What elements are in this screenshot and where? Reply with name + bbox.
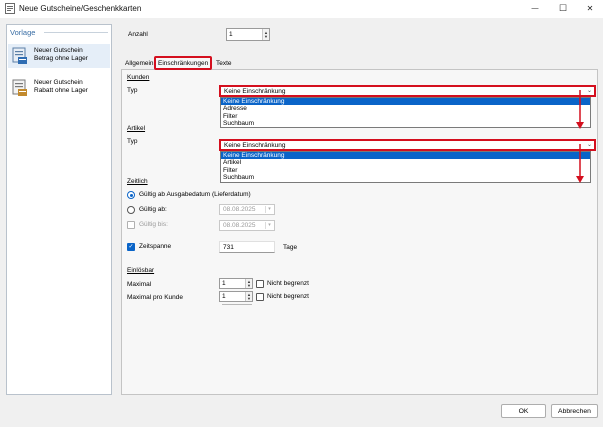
maximal-label: Maximal bbox=[127, 281, 152, 288]
zeitlich-section-title: Zeitlich bbox=[127, 178, 148, 185]
tab-einschraenkungen[interactable]: Einschränkungen bbox=[154, 56, 213, 70]
minimize-button[interactable]: — bbox=[524, 1, 546, 15]
artikel-typ-select[interactable]: Keine Einschränkung ⌄ bbox=[219, 139, 596, 151]
kunden-section-title: Kunden bbox=[127, 74, 150, 81]
artikel-option[interactable]: Keine Einschränkung bbox=[221, 152, 590, 160]
check-zeitspanne-box[interactable]: ✓ bbox=[127, 243, 135, 251]
voucher-amount-icon bbox=[12, 47, 27, 64]
template-item-discount-line1: Neuer Gutschein bbox=[34, 79, 83, 86]
anzahl-label: Anzahl bbox=[128, 31, 148, 38]
check-zeitspanne[interactable]: ✓ Zeitspanne bbox=[127, 242, 207, 252]
radio-ab-ausgabedatum-label: Gültig ab Ausgabedatum (Lieferdatum) bbox=[139, 191, 251, 198]
prokunde-value: 1 bbox=[222, 293, 226, 300]
radio-gueltig-ab[interactable]: Gültig ab: bbox=[127, 205, 207, 215]
calendar-dropdown-icon[interactable]: ▾ bbox=[265, 206, 273, 213]
gueltig-ab-date-value: 08.08.2025 bbox=[223, 206, 256, 213]
kunden-option[interactable]: Suchbaum bbox=[221, 120, 590, 127]
artikel-option[interactable]: Artikel bbox=[221, 159, 590, 166]
tab-allgemein-label: Allgemein bbox=[125, 59, 154, 67]
kunden-typ-select[interactable]: Keine Einschränkung ⌄ bbox=[219, 85, 596, 97]
tab-einschraenkungen-label: Einschränkungen bbox=[158, 59, 209, 67]
chevron-down-icon[interactable]: ⌄ bbox=[587, 87, 592, 94]
check-gueltig-bis-box[interactable] bbox=[127, 221, 135, 229]
kunden-typ-label: Typ bbox=[127, 87, 138, 94]
template-item-discount-line2: Rabatt ohne Lager bbox=[34, 87, 88, 94]
template-item-amount[interactable]: Neuer Gutschein Betrag ohne Lager bbox=[10, 45, 108, 67]
anzahl-stepper[interactable]: 1 ▲ ▼ bbox=[226, 28, 270, 41]
radio-gueltig-ab-dot[interactable] bbox=[127, 206, 135, 214]
tab-texte[interactable]: Texte bbox=[214, 57, 234, 69]
kunden-option[interactable]: Adresse bbox=[221, 105, 590, 112]
maximal-stepper-arrows[interactable]: ▲ ▼ bbox=[245, 279, 252, 288]
stepper-underline bbox=[222, 304, 252, 305]
radio-gueltig-ab-label: Gültig ab: bbox=[139, 206, 167, 213]
close-icon: ✕ bbox=[586, 3, 594, 13]
gueltig-bis-date[interactable]: 08.08.2025 ▾ bbox=[219, 220, 275, 231]
artikel-option[interactable]: Filter bbox=[221, 167, 590, 174]
kunden-option[interactable]: Keine Einschränkung bbox=[221, 98, 590, 106]
check-gueltig-bis-label: Gültig bis: bbox=[139, 221, 168, 228]
voucher-discount-icon bbox=[12, 79, 27, 96]
artikel-option[interactable]: Suchbaum bbox=[221, 174, 590, 181]
artikel-typ-selected: Keine Einschränkung bbox=[224, 141, 286, 149]
close-button[interactable]: ✕ bbox=[579, 1, 601, 15]
red-arrow-icon bbox=[576, 90, 584, 129]
template-panel-divider bbox=[44, 32, 108, 33]
zeitspanne-unit: Tage bbox=[283, 244, 298, 251]
maximal-nicht-begrenzt-label: Nicht begrenzt bbox=[267, 280, 309, 287]
template-item-discount[interactable]: Neuer Gutschein Rabatt ohne Lager bbox=[10, 77, 108, 99]
check-gueltig-bis[interactable]: Gültig bis: bbox=[127, 220, 207, 230]
artikel-typ-dropdown: Keine Einschränkung Artikel Filter Suchb… bbox=[220, 151, 591, 183]
prokunde-stepper-arrows[interactable]: ▲ ▼ bbox=[245, 292, 252, 301]
spin-down-icon: ▼ bbox=[247, 282, 251, 288]
radio-ab-ausgabedatum-dot[interactable] bbox=[127, 191, 135, 199]
prokunde-nicht-begrenzt[interactable]: Nicht begrenzt bbox=[256, 292, 326, 302]
window-title: Neue Gutscheine/Geschenkkarten bbox=[19, 4, 142, 13]
maximal-nicht-begrenzt[interactable]: Nicht begrenzt bbox=[256, 279, 326, 289]
ok-button[interactable]: OK bbox=[501, 404, 546, 418]
chevron-down-icon[interactable]: ⌄ bbox=[587, 141, 592, 148]
maximal-nicht-begrenzt-box[interactable] bbox=[256, 280, 264, 288]
tab-allgemein[interactable]: Allgemein bbox=[123, 57, 156, 69]
spin-down-icon: ▼ bbox=[264, 33, 268, 39]
prokunde-nicht-begrenzt-box[interactable] bbox=[256, 293, 264, 301]
anzahl-value: 1 bbox=[229, 31, 233, 38]
tab-texte-label: Texte bbox=[216, 59, 232, 67]
prokunde-nicht-begrenzt-label: Nicht begrenzt bbox=[267, 293, 309, 300]
template-item-amount-line1: Neuer Gutschein bbox=[34, 47, 83, 54]
kunden-typ-selected: Keine Einschränkung bbox=[224, 87, 286, 95]
kunden-typ-dropdown: Keine Einschränkung Adresse Filter Suchb… bbox=[220, 97, 591, 128]
gueltig-ab-date[interactable]: 08.08.2025 ▾ bbox=[219, 204, 275, 215]
prokunde-label: Maximal pro Kunde bbox=[127, 294, 183, 301]
artikel-section-title: Artikel bbox=[127, 125, 146, 132]
maximize-icon: ☐ bbox=[558, 2, 568, 13]
radio-ab-ausgabedatum[interactable]: Gültig ab Ausgabedatum (Lieferdatum) bbox=[127, 190, 297, 200]
spin-down-icon: ▼ bbox=[247, 295, 251, 301]
gueltig-bis-date-value: 08.08.2025 bbox=[223, 222, 256, 229]
prokunde-stepper[interactable]: 1 ▲ ▼ bbox=[219, 291, 253, 302]
red-arrow-icon bbox=[576, 144, 584, 183]
zeitspanne-input[interactable]: 731 bbox=[219, 241, 275, 253]
maximize-button[interactable]: ☐ bbox=[552, 1, 574, 15]
zeitspanne-value: 731 bbox=[223, 243, 234, 251]
kunden-option[interactable]: Filter bbox=[221, 113, 590, 120]
maximal-stepper[interactable]: 1 ▲ ▼ bbox=[219, 278, 253, 289]
app-icon bbox=[5, 3, 15, 14]
minimize-icon: — bbox=[531, 4, 539, 12]
template-panel-title: Vorlage bbox=[10, 28, 36, 37]
artikel-typ-label: Typ bbox=[127, 138, 138, 145]
anzahl-stepper-arrows[interactable]: ▲ ▼ bbox=[262, 29, 269, 40]
calendar-dropdown-icon[interactable]: ▾ bbox=[265, 222, 273, 229]
maximal-value: 1 bbox=[222, 280, 226, 287]
template-item-amount-line2: Betrag ohne Lager bbox=[34, 55, 88, 62]
cancel-button[interactable]: Abbrechen bbox=[551, 404, 598, 418]
check-zeitspanne-label: Zeitspanne bbox=[139, 243, 172, 250]
einloesbar-section-title: Einlösbar bbox=[127, 267, 155, 274]
